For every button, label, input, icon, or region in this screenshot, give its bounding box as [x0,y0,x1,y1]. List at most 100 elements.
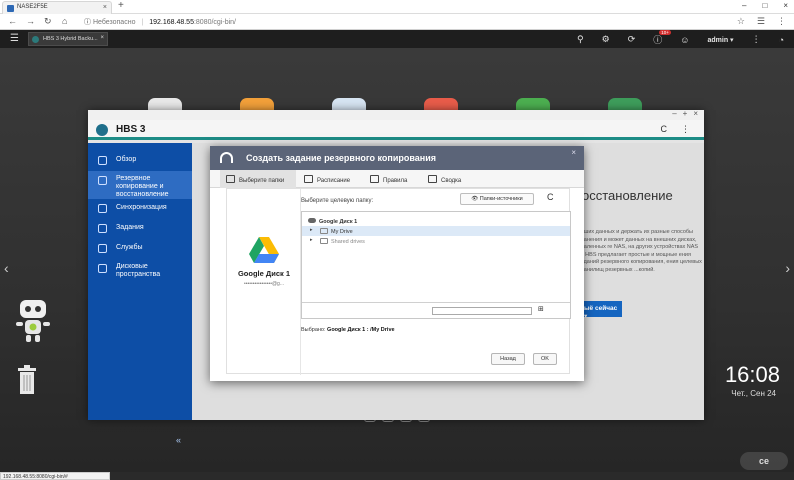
dialog-header: Создать задание резервного копирования × [210,146,584,170]
hbs-close-button[interactable]: × [693,109,698,118]
tree-node-label: Google Диск 1 [319,219,358,225]
tree-node-my-drive[interactable]: ▸ My Drive [302,226,570,236]
tab-title: NASE2F5E [17,4,48,10]
more-options-icon[interactable]: ⋮ [681,124,690,135]
home-icon[interactable]: ⌂ [62,16,67,26]
ok-button[interactable]: OK [533,353,557,365]
extensions-icon[interactable]: ☰ [757,16,765,27]
backup-now-button[interactable]: ыё сейчас ▾ [580,301,622,320]
folder-path-input[interactable] [432,307,532,315]
qboost-robot-icon[interactable] [12,298,54,344]
summary-icon [428,175,437,183]
next-page-icon[interactable]: › [785,260,790,276]
sync-icon [98,204,107,213]
selected-destination: Выбрано: Google Диск 1 : /My Drive [301,327,395,333]
overview-icon [98,156,107,165]
updates-icon[interactable]: ⟳ [628,34,636,45]
expand-arrow-icon[interactable]: ▸ [310,227,313,233]
folder-icon [320,238,328,244]
maximize-button[interactable]: □ [762,1,767,10]
step-label: Расписание [317,178,351,184]
expand-arrow-icon[interactable]: ▸ [310,237,313,243]
close-tab-icon[interactable]: × [103,4,107,11]
user-icon[interactable]: ☺ [680,35,689,45]
hbs-maximize-button[interactable]: + [683,109,688,118]
tree-node-root[interactable]: Google Диск 1 [302,216,570,226]
browser-menu-icon[interactable]: ⋮ [777,16,786,27]
qts-app-tab-label: HBS 3 Hybrid Backu... [43,36,98,42]
notifications-icon: ⓘ [653,35,663,45]
dashboard-icon[interactable]: ◔ [779,35,784,45]
status-bar-url: 192.168.48.55:8080/cgi-bin/# [0,472,110,480]
browser-tab[interactable]: NASE2F5E × [2,1,112,14]
close-app-tab-icon[interactable]: × [100,35,104,41]
step-label: Сводка [441,178,462,184]
new-tab-button[interactable]: + [118,0,124,11]
qts-app-tab[interactable]: HBS 3 Hybrid Backu... × [28,32,108,46]
sidebar-item-sync[interactable]: Синхронизация [88,199,192,219]
back-button[interactable]: Назад [491,353,525,365]
forward-icon[interactable]: → [26,16,35,26]
hbs-tab-icon [32,36,39,43]
new-folder-icon[interactable]: ⊞ [538,305,548,314]
search-icon[interactable]: ⚲ [577,34,584,45]
main-menu-icon[interactable]: ☰ [10,33,19,44]
step-select-folders[interactable]: Выберите папки [220,170,296,188]
background-tasks-icon[interactable]: ⚙ [602,34,610,45]
folder-tree: Google Диск 1 ▸ My Drive ▸ Shared drives… [301,211,571,319]
sidebar-item-label: Синхронизация [116,204,167,211]
notifications-button[interactable]: ⓘ 10+ [653,30,671,46]
refresh-tree-icon[interactable]: C [547,192,554,202]
tree-footer: ⊞ [302,302,570,318]
security-label: Небезопасно [92,19,136,26]
sidebar-item-label: Обзор [116,156,137,163]
tree-node-label: Shared drives [331,239,365,245]
minimize-button[interactable]: – [742,1,746,10]
tree-node-shared-drives[interactable]: ▸ Shared drives [302,236,570,246]
desktop-clock: 16:08 [724,362,780,387]
sidebar-item-services[interactable]: Службы [88,239,192,259]
source-folders-button[interactable]: 👁 Папки-источники [460,193,534,205]
sidebar-item-label: Службы [116,244,143,251]
user-menu[interactable]: admin ▾ [707,36,733,44]
collapse-sidebar-icon[interactable]: « [176,435,181,445]
prev-page-icon[interactable]: ‹ [4,260,9,276]
dialog-body: Google Диск 1 ••••••••••••••••@g... Выбе… [226,188,571,375]
sidebar-item-label: Задания [116,224,144,231]
url-field[interactable]: ⓘ Небезопасно | 192.168.48.55:8080/cgi-b… [84,16,724,28]
source-account: ••••••••••••••••@g... [243,281,285,287]
cloud-icon [308,218,316,223]
step-rules[interactable]: Правила [370,170,426,188]
backup-dialog-icon [220,152,233,163]
storage-icon [98,264,107,273]
bookmark-star-icon[interactable]: ☆ [737,16,745,27]
sidebar-item-overview[interactable]: Обзор [88,151,192,171]
services-icon [98,244,107,253]
hbs-header: HBS 3 C ⋮ [88,120,704,140]
hbs-logo-icon [96,124,108,136]
page-title: осстановление [582,188,673,203]
more-icon[interactable]: ⋮ [752,34,761,45]
hbs-minimize-button[interactable]: – [672,109,676,118]
window-controls: – □ × [742,1,788,10]
close-icon[interactable]: × [571,148,576,157]
browser-toolbar-right: ☆ ☰ ⋮ [737,16,786,27]
recycle-bin-icon[interactable] [16,365,38,395]
reload-icon[interactable]: ↻ [44,16,52,27]
sidebar-item-backup-restore[interactable]: Резервное копирование и восстановление [88,171,192,199]
step-schedule[interactable]: Расписание [304,170,364,188]
close-window-button[interactable]: × [783,1,788,10]
step-summary[interactable]: Сводка [428,170,484,188]
sidebar-item-storage-spaces[interactable]: Дисковые пространства [88,259,192,287]
address-bar-row: ← → ↻ ⌂ ⓘ Небезопасно | 192.168.48.55:80… [0,14,794,30]
qts-topbar: ☰ HBS 3 Hybrid Backu... × ⚲ ⚙ ⟳ ⓘ 10+ ☺ … [0,30,794,48]
selected-path: Google Диск 1 : /My Drive [327,327,395,333]
refresh-icon[interactable]: C [661,124,668,135]
source-name: Google Диск 1 [237,269,291,278]
folders-icon [226,175,235,183]
hbs-tools: C ⋮ [661,124,691,135]
sidebar-item-label: Резервное копирование и восстановление [116,175,169,198]
sidebar-item-jobs[interactable]: Задания [88,219,192,239]
step-label: Выберите папки [239,178,285,184]
back-icon[interactable]: ← [8,16,17,26]
